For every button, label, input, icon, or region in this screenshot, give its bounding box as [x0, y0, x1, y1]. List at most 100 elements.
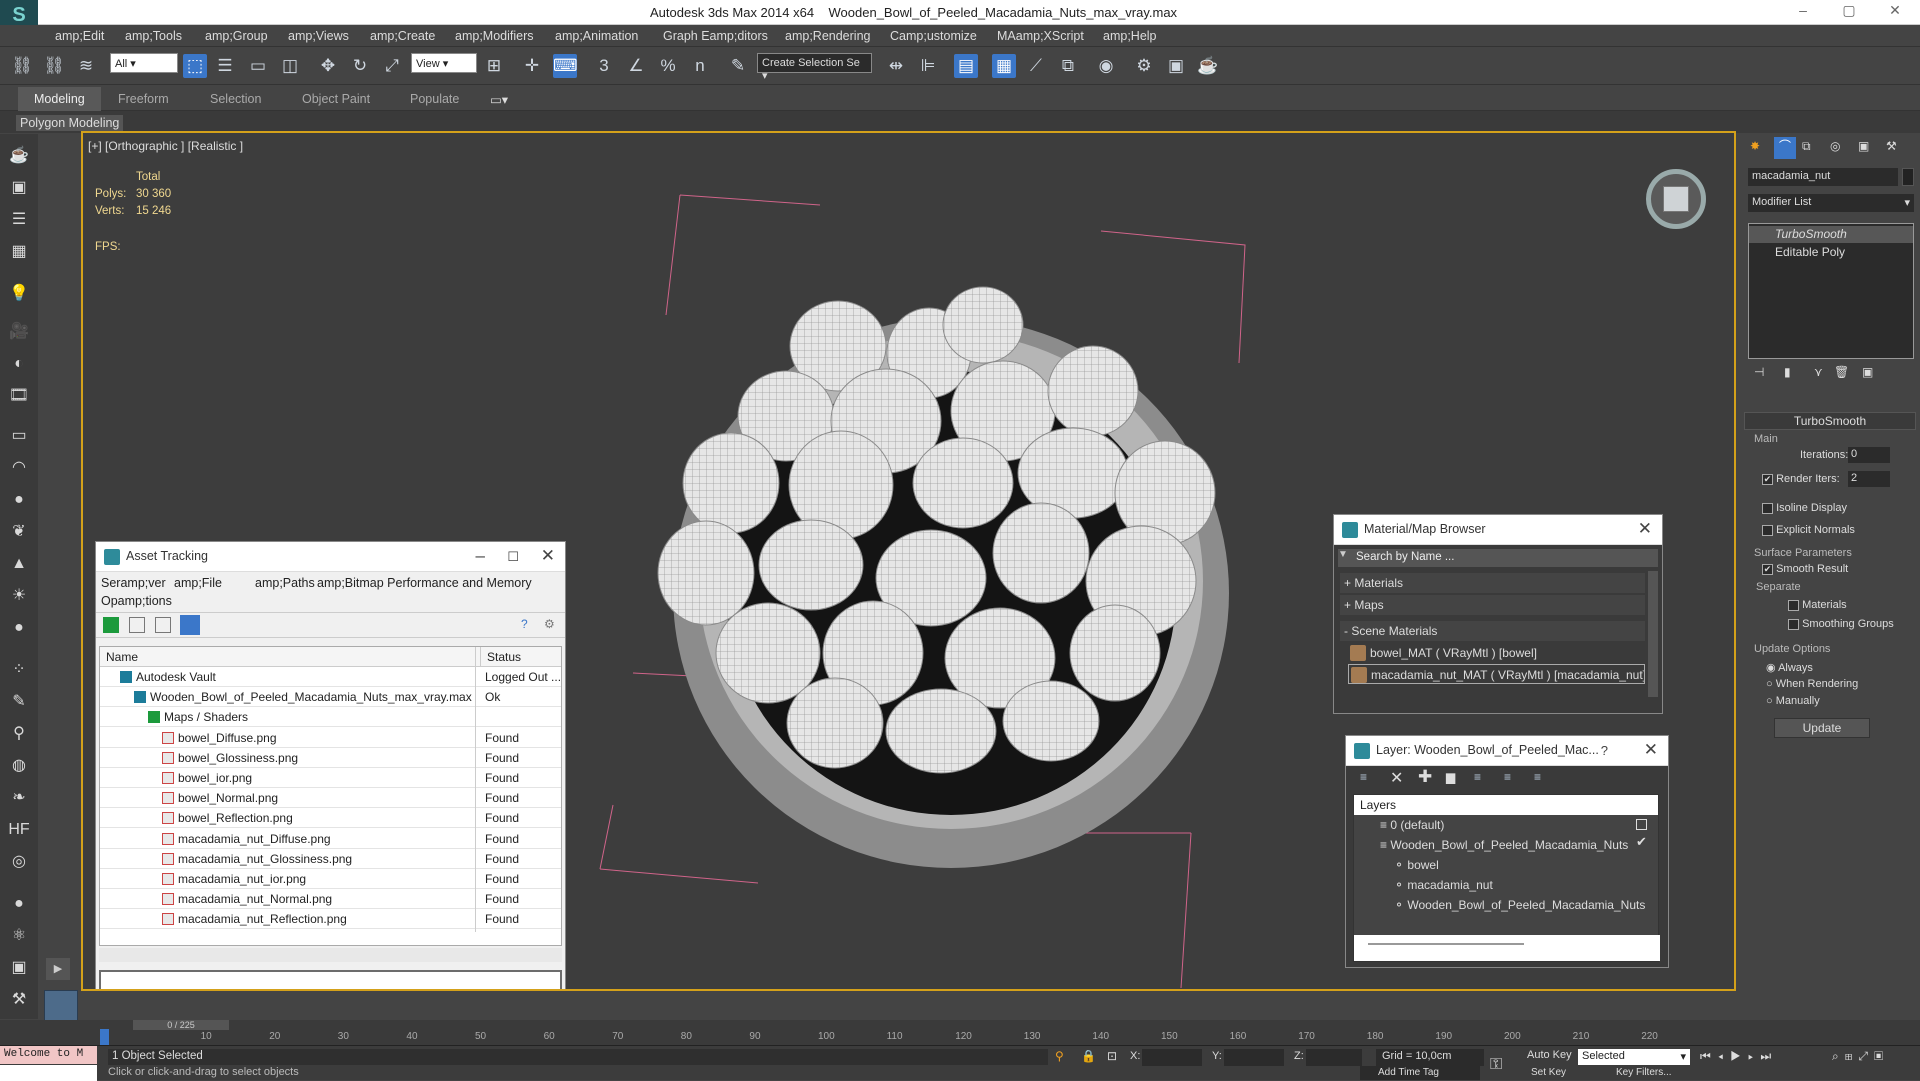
menu-server[interactable]: Seramp;ver: [101, 576, 166, 590]
yellow-sphere-icon[interactable]: ●: [7, 616, 31, 640]
y-coordinate-field[interactable]: [1224, 1049, 1284, 1066]
utilities-tab-icon[interactable]: ⚒: [1886, 139, 1897, 153]
blue-sphere-icon[interactable]: ●: [7, 892, 31, 916]
asset-row[interactable]: macadamia_nut_Diffuse.png Found: [100, 829, 561, 849]
asset-row[interactable]: macadamia_nut_Reflection.png Found: [100, 909, 561, 930]
bind-space-warp-icon[interactable]: ≋: [74, 54, 98, 78]
go-to-start-icon[interactable]: ⏮: [1700, 1049, 1718, 1063]
grid-icon[interactable]: ▦: [7, 240, 31, 264]
tab-modeling[interactable]: Modeling: [18, 87, 101, 111]
select-in-layer-icon[interactable]: ▆: [1446, 770, 1455, 784]
angle-snap-icon[interactable]: ∠: [624, 54, 648, 78]
menu-help[interactable]: amp;Help: [1103, 29, 1157, 43]
render-setup-icon[interactable]: ⚙: [1132, 54, 1156, 78]
sphere-icon[interactable]: ●: [7, 488, 31, 512]
viewport[interactable]: [+] [Orthographic ] [Realistic ] Total P…: [81, 131, 1736, 991]
current-layer-check-icon[interactable]: ✔: [1636, 834, 1647, 850]
mirror-icon[interactable]: ⇹: [884, 54, 908, 78]
particles-icon[interactable]: ⁘: [7, 658, 31, 682]
maximize-icon[interactable]: ☐: [507, 549, 519, 565]
zoom-icon[interactable]: ⌕: [1832, 1049, 1845, 1063]
ribbon-options-icon[interactable]: ▭▾: [490, 92, 508, 107]
rectangular-selection-icon[interactable]: ▭: [246, 54, 270, 78]
zoom-all-icon[interactable]: ⊞: [1845, 1049, 1859, 1063]
layer-manager-icon[interactable]: ▤: [954, 54, 978, 78]
film-icon[interactable]: 🎞: [7, 384, 31, 408]
menu-maxscript[interactable]: MAamp;XScript: [997, 29, 1084, 43]
explicit-normals-checkbox[interactable]: [1762, 524, 1773, 536]
keyboard-shortcut-override-icon[interactable]: ⌨: [553, 54, 578, 78]
asset-row[interactable]: macadamia_nut_ior.png Found: [100, 869, 561, 889]
object-color-swatch[interactable]: [1902, 168, 1914, 186]
viewcube-icon[interactable]: [1646, 169, 1706, 229]
menu-animation[interactable]: amp;Animation: [555, 29, 638, 43]
snaps-toggle-icon[interactable]: 3: [592, 54, 616, 78]
create-layer-icon[interactable]: ≡: [1360, 770, 1367, 784]
turbosmooth-rollout-title[interactable]: TurboSmooth: [1744, 412, 1916, 430]
zoom-extents-icon[interactable]: ⤢: [1858, 1049, 1874, 1063]
delete-layer-icon[interactable]: ✕: [1390, 768, 1403, 788]
align-icon[interactable]: ⊫: [916, 54, 940, 78]
selection-filter-dropdown[interactable]: All ▾: [110, 53, 178, 73]
create-tab-icon[interactable]: ✸: [1750, 139, 1760, 153]
layer-help-button[interactable]: ?: [1601, 743, 1608, 758]
asset-row[interactable]: Maps / Shaders: [100, 707, 561, 728]
curve-editor-icon[interactable]: ⟋: [1024, 54, 1048, 78]
column-status[interactable]: Status: [480, 647, 521, 666]
remove-modifier-icon[interactable]: 🗑: [1834, 365, 1849, 379]
set-key-button[interactable]: Set Key: [1531, 1067, 1566, 1078]
object-name-field[interactable]: macadamia_nut: [1748, 168, 1898, 186]
x-coordinate-field[interactable]: [1142, 1049, 1202, 1066]
select-by-name-icon[interactable]: ☰: [213, 54, 237, 78]
layer-row[interactable]: ⚬ macadamia_nut: [1354, 875, 1658, 895]
auto-key-button[interactable]: Auto Key: [1527, 1049, 1572, 1061]
filter-icon[interactable]: ▼: [1338, 549, 1348, 560]
tab-selection[interactable]: Selection: [210, 92, 261, 106]
layer-row[interactable]: ≡ Wooden_Bowl_of_Peeled_Macadamia_Nuts: [1354, 835, 1658, 855]
material-browser-close-button[interactable]: ✕: [1638, 519, 1652, 539]
separate-smoothing-groups-checkbox[interactable]: [1788, 618, 1799, 630]
polygon-modeling-label[interactable]: Polygon Modeling: [16, 115, 124, 131]
material-browser-titlebar[interactable]: Material/Map Browser ✕: [1334, 515, 1662, 545]
update-button[interactable]: Update: [1774, 718, 1870, 738]
menu-options[interactable]: Opamp;tions: [101, 594, 172, 608]
layer-row[interactable]: ≡ 0 (default): [1354, 815, 1658, 835]
isolate-icon[interactable]: ⚲: [1055, 1049, 1064, 1063]
scale-icon[interactable]: ⤢: [380, 54, 404, 78]
key-icon[interactable]: ⚿: [1490, 1056, 1502, 1074]
asset-row[interactable]: bowel_Reflection.png Found: [100, 808, 561, 829]
when-rendering-radio[interactable]: ○: [1766, 678, 1773, 690]
isoline-checkbox[interactable]: [1762, 502, 1773, 514]
next-frame-icon[interactable]: ▸: [1748, 1049, 1760, 1063]
shell-icon[interactable]: ◎: [7, 850, 31, 874]
menu-customize[interactable]: Camp;ustomize: [890, 29, 977, 43]
window-crossing-icon[interactable]: ◫: [278, 54, 302, 78]
rendered-frame-window-icon[interactable]: ▣: [1164, 54, 1188, 78]
dome-icon[interactable]: ◠: [7, 456, 31, 480]
asset-row[interactable]: bowel_Glossiness.png Found: [100, 748, 561, 768]
modifier-editable-poly[interactable]: Editable Poly: [1749, 244, 1913, 261]
scene-materials-section[interactable]: - Scene Materials: [1340, 621, 1645, 641]
asset-row[interactable]: Wooden_Bowl_of_Peeled_Macadamia_Nuts_max…: [100, 687, 561, 708]
plant-icon[interactable]: ❦: [7, 520, 31, 544]
absolute-mode-icon[interactable]: ⊡: [1107, 1049, 1117, 1063]
menu-group[interactable]: amp;Group: [205, 29, 268, 43]
expand-arrow-icon[interactable]: ▶: [46, 958, 70, 980]
render-icon[interactable]: ▣: [7, 176, 31, 200]
previous-frame-icon[interactable]: ◂: [1718, 1049, 1730, 1063]
maps-section[interactable]: + Maps: [1340, 595, 1645, 615]
timeline[interactable]: 0 / 225 10 20 30 40 50 60 70 80 90 100 110 120 130 14…: [0, 1020, 1920, 1045]
configure-modifier-sets-icon[interactable]: ▣: [1862, 365, 1873, 379]
tab-freeform[interactable]: Freeform: [118, 92, 169, 106]
asset-row[interactable]: macadamia_nut_Glossiness.png Found: [100, 849, 561, 869]
asset-row[interactable]: Autodesk Vault Logged Out ...: [100, 667, 561, 687]
layer-row[interactable]: ⚬ bowel: [1354, 855, 1658, 875]
hair-icon[interactable]: HF: [7, 818, 31, 842]
reference-coordinate-dropdown[interactable]: View ▾: [411, 53, 477, 73]
mini-viewport-icon[interactable]: [44, 990, 78, 1022]
hide-all-icon[interactable]: ≡: [1504, 770, 1511, 784]
menu-tools[interactable]: amp;Tools: [125, 29, 182, 43]
schematic-view-icon[interactable]: ⧉: [1056, 54, 1080, 78]
restore-button[interactable]: ▢: [1834, 2, 1864, 19]
highlight-layer-icon[interactable]: ≡: [1474, 770, 1481, 784]
